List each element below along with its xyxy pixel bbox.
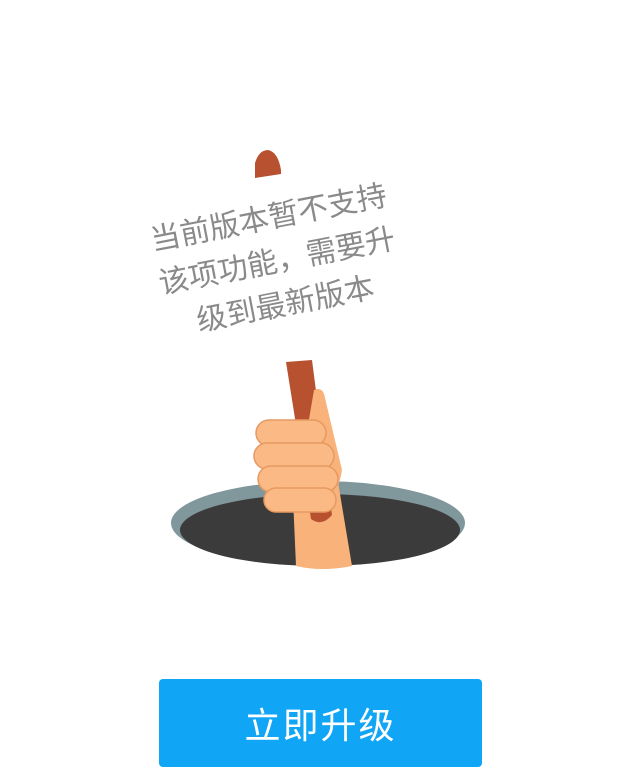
sign-pole-top [255, 150, 281, 178]
upgrade-now-button[interactable]: 立即升级 [159, 679, 482, 767]
upgrade-required-screen: 当前版本暂不支持 该项功能，需要升 级到最新版本 立即升级 [0, 0, 640, 778]
